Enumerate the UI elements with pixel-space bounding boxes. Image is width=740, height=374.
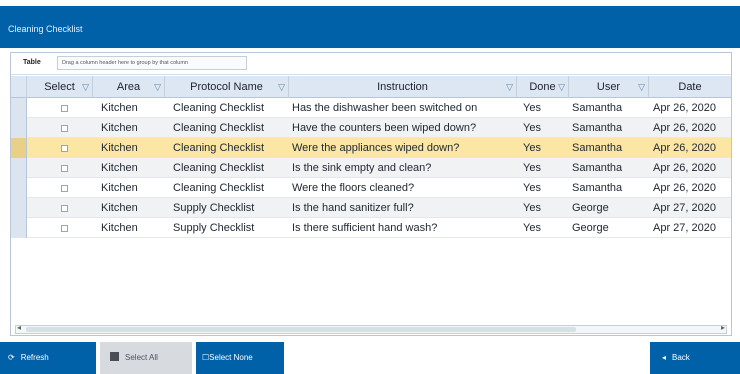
cell-instruction: Is the sink empty and clean? [292,162,432,174]
cell-area: Kitchen [101,182,138,194]
cell-user: Samantha [572,122,623,134]
cell-date: Apr 27, 2020 [653,222,716,234]
table-row[interactable]: Kitchen Cleaning Checklist Were the applia… [11,138,731,158]
filter-icon[interactable]: ▽ [82,76,89,98]
cell-date: Apr 27, 2020 [653,202,716,214]
table-row[interactable]: Kitchen Supply Checklist Is there sufficie… [11,218,731,238]
cell-area: Kitchen [101,122,138,134]
cell-area: Kitchen [101,142,138,154]
app-window: Cleaning Checklist Table Drag a column h… [0,0,740,374]
filter-icon[interactable]: ▽ [154,76,161,98]
cell-done: Yes [523,182,541,194]
cell-instruction: Were the floors cleaned? [292,182,415,194]
row-select-checkbox[interactable] [61,125,68,132]
select-none-button[interactable]: ☐Select None [196,342,284,374]
refresh-icon: ⟳ [8,353,15,362]
cell-done: Yes [523,202,541,214]
scrollbar-thumb[interactable] [26,327,576,332]
filter-icon[interactable]: ▽ [278,76,285,98]
row-select-checkbox[interactable] [61,145,68,152]
cell-protocol: Cleaning Checklist [173,162,265,174]
header-corner [11,76,27,98]
cell-instruction: Have the counters been wiped down? [292,122,477,134]
cell-protocol: Cleaning Checklist [173,142,265,154]
table-row[interactable]: Kitchen Cleaning Checklist Have the counte… [11,118,731,138]
row-select-checkbox[interactable] [61,225,68,232]
cell-date: Apr 26, 2020 [653,182,716,194]
cell-protocol: Cleaning Checklist [173,102,265,114]
cell-done: Yes [523,222,541,234]
cell-user: Samantha [572,182,623,194]
grid-header: Select ▽ Area ▽ Protocol Name ▽ Instruction… [11,76,731,98]
title-bar: Cleaning Checklist [0,6,740,48]
header-protocol-name[interactable]: Protocol Name ▽ [165,76,289,98]
row-header[interactable] [11,178,27,198]
row-header[interactable] [11,118,27,138]
table-row[interactable]: Kitchen Cleaning Checklist Were the floors… [11,178,731,198]
filter-icon[interactable]: ▽ [638,76,645,98]
cell-instruction: Is the hand sanitizer full? [292,202,414,214]
bottom-action-bar: ⟳ Refresh Select All ☐Select None ◂ Back [0,342,740,374]
header-date[interactable]: Date [649,76,731,98]
table-row[interactable]: Kitchen Cleaning Checklist Is the sink emp… [11,158,731,178]
cell-user: Samantha [572,102,623,114]
cell-user: George [572,222,609,234]
row-header[interactable] [11,98,27,118]
header-area[interactable]: Area ▽ [93,76,165,98]
row-header[interactable] [11,138,27,158]
horizontal-scrollbar[interactable]: ◂ ▸ [15,323,727,334]
arrow-left-icon: ◂ [662,353,667,362]
cell-user: Samantha [572,162,623,174]
cell-protocol: Supply Checklist [173,202,255,214]
cell-area: Kitchen [101,202,138,214]
cell-done: Yes [523,162,541,174]
cell-done: Yes [523,122,541,134]
cell-area: Kitchen [101,162,138,174]
grid-toolbar: Table Drag a column header here to group… [11,53,731,75]
cell-date: Apr 26, 2020 [653,122,716,134]
cell-user: George [572,202,609,214]
grid-panel: Table Drag a column header here to group… [10,52,732,336]
back-button[interactable]: ◂ Back [650,342,740,374]
row-header[interactable] [11,218,27,238]
header-select[interactable]: Select ▽ [27,76,93,98]
row-header[interactable] [11,198,27,218]
filter-icon[interactable]: ▽ [506,76,513,98]
cell-area: Kitchen [101,102,138,114]
scroll-right-icon[interactable]: ▸ [721,323,725,332]
window-title: Cleaning Checklist [8,24,83,34]
header-user[interactable]: User ▽ [569,76,649,98]
refresh-button[interactable]: ⟳ Refresh [0,342,96,374]
select-all-button[interactable]: Select All [100,342,192,374]
header-instruction[interactable]: Instruction ▽ [289,76,517,98]
cell-instruction: Were the appliances wiped down? [292,142,460,154]
cell-instruction: Is there sufficient hand wash? [292,222,438,234]
cell-done: Yes [523,102,541,114]
table-label: Table [23,59,41,66]
cell-done: Yes [523,142,541,154]
cell-area: Kitchen [101,222,138,234]
cell-instruction: Has the dishwasher been switched on [292,102,478,114]
cell-user: Samantha [572,142,623,154]
row-header[interactable] [11,158,27,178]
header-done[interactable]: Done ▽ [517,76,569,98]
row-select-checkbox[interactable] [61,165,68,172]
table-row[interactable]: Kitchen Supply Checklist Is the hand sanit… [11,198,731,218]
filter-icon[interactable]: ▽ [558,76,565,98]
cell-date: Apr 26, 2020 [653,142,716,154]
cell-date: Apr 26, 2020 [653,162,716,174]
table-row[interactable]: Kitchen Cleaning Checklist Has the dishwas… [11,98,731,118]
row-select-checkbox[interactable] [61,205,68,212]
checkbox-icon [110,352,119,361]
cell-protocol: Cleaning Checklist [173,122,265,134]
row-select-checkbox[interactable] [61,185,68,192]
row-select-checkbox[interactable] [61,105,68,112]
cell-date: Apr 26, 2020 [653,102,716,114]
group-by-drop-area[interactable]: Drag a column header here to group by th… [57,56,247,70]
scroll-left-icon[interactable]: ◂ [17,323,21,332]
cell-protocol: Supply Checklist [173,222,255,234]
cell-protocol: Cleaning Checklist [173,182,265,194]
